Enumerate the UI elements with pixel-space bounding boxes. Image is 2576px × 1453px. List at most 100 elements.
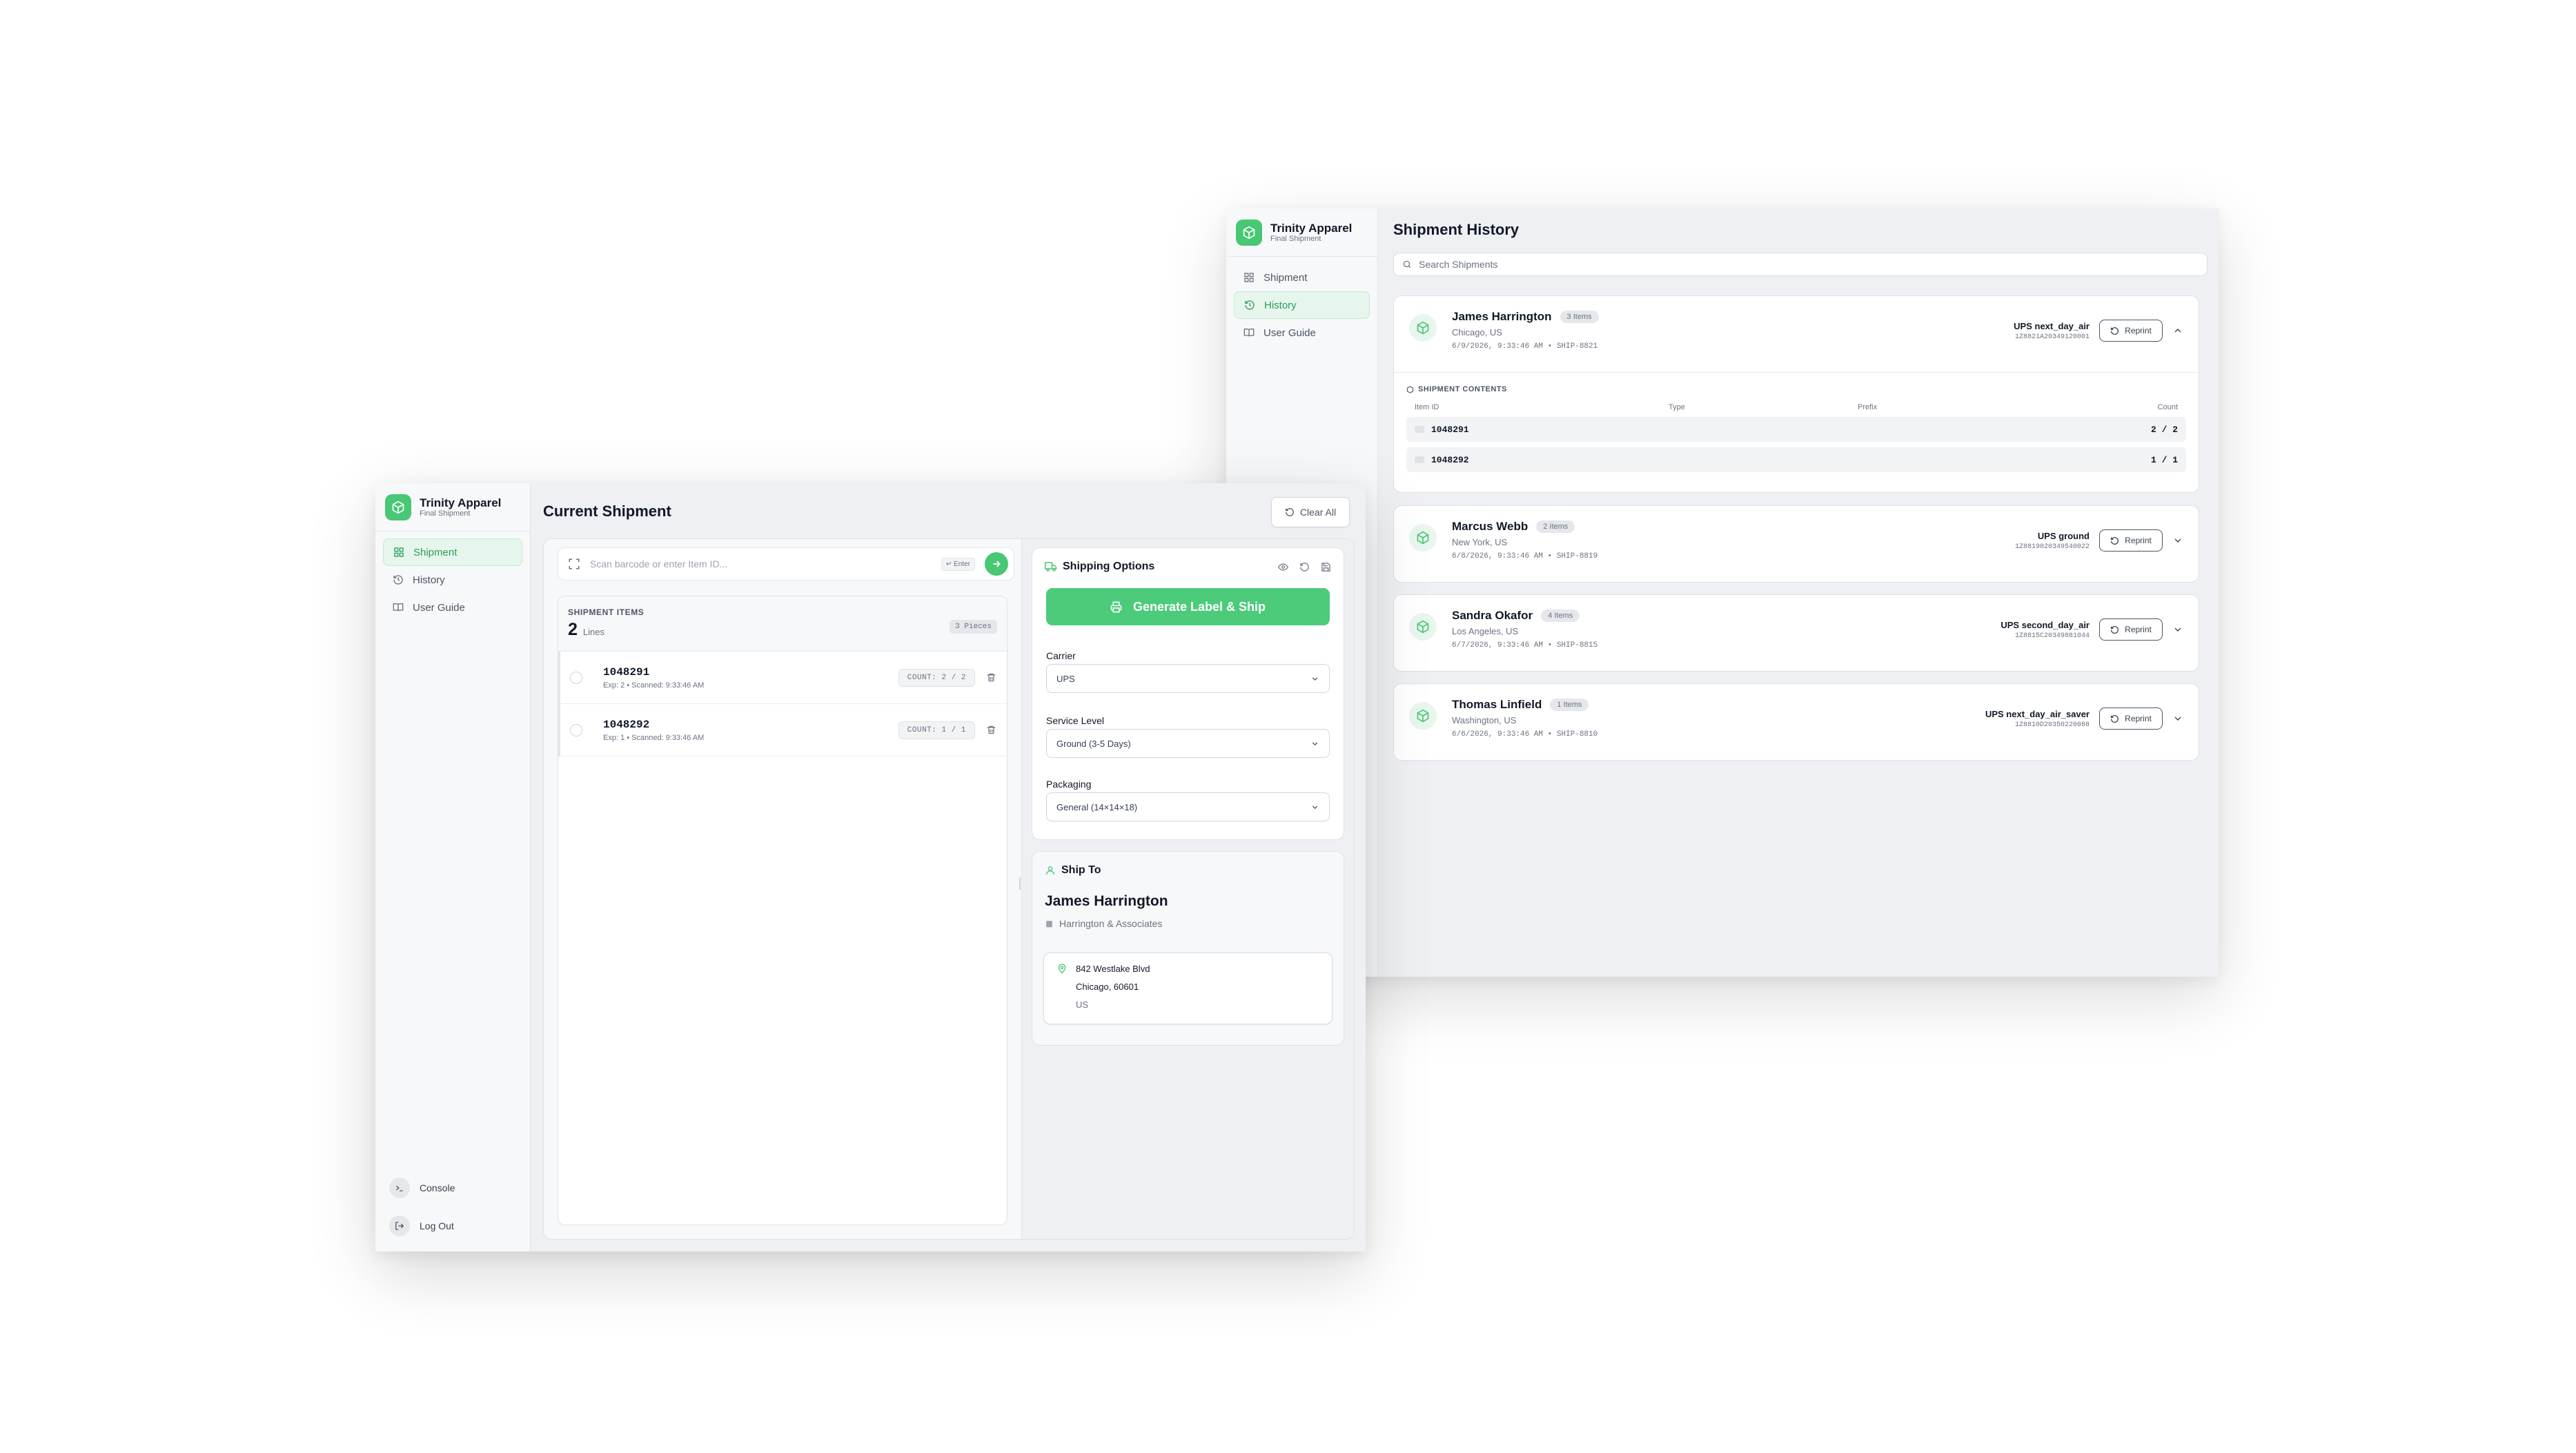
- packaging-select[interactable]: General (14×14×18): [1046, 792, 1330, 821]
- sidebar-item-shipment[interactable]: Shipment: [1234, 264, 1370, 291]
- brand-subtitle: Final Shipment: [1270, 234, 1321, 243]
- truck-icon: [1045, 562, 1057, 572]
- scan-placeholder: Scan barcode or enter Item ID...: [590, 558, 728, 569]
- generate-label-text: Generate Label & Ship: [1132, 599, 1266, 614]
- service-level: UPS second_day_air: [2000, 619, 2090, 630]
- shipment-row[interactable]: Sandra Okafor 4 Items Los Angeles, US 6/7…: [1394, 595, 2199, 671]
- reset-icon[interactable]: [1299, 562, 1310, 572]
- reprint-button[interactable]: Reprint: [2099, 618, 2163, 641]
- trash-icon[interactable]: [985, 672, 997, 684]
- pieces-badge: 3 Pieces: [950, 620, 997, 634]
- reprint-label: Reprint: [2125, 625, 2152, 634]
- chevron-down-icon[interactable]: [2172, 713, 2183, 724]
- carrier-label: Carrier: [1046, 650, 1076, 661]
- eye-icon[interactable]: [1278, 562, 1288, 572]
- grid-icon: [1243, 271, 1255, 284]
- reprint-button[interactable]: Reprint: [2099, 708, 2163, 730]
- logout-button[interactable]: Log Out: [389, 1207, 516, 1245]
- brand-name: Trinity Apparel: [420, 496, 502, 509]
- carrier-value: UPS: [1056, 673, 1075, 684]
- address-box: 842 Westlake Blvd Chicago, 60601 US: [1043, 953, 1333, 1024]
- recipient-name: James Harrington: [1452, 310, 1552, 323]
- chevron-down-icon: [1312, 741, 1318, 745]
- count-pill: COUNT: 1 / 1: [898, 721, 975, 739]
- ship-to-card: Ship To James Harrington Harrington & As…: [1032, 851, 1344, 1046]
- tracking-number: 1Z8819020349540022: [2014, 543, 2090, 551]
- shipment-card: Marcus Webb 2 Items New York, US 6/8/2026…: [1393, 505, 2199, 583]
- sidebar-item-user-guide[interactable]: User Guide: [1234, 319, 1370, 347]
- tracking-number: 1Z8821A20349120001: [2014, 333, 2090, 341]
- item-id: 1048292: [603, 718, 650, 731]
- sidebar-footer: Console Log Out: [375, 1169, 530, 1245]
- packaging-label: Packaging: [1046, 779, 1092, 790]
- sidebar-item-user-guide[interactable]: User Guide: [383, 594, 522, 621]
- carrier-select[interactable]: UPS: [1046, 664, 1330, 693]
- chevron-up-icon[interactable]: [2172, 325, 2183, 336]
- trash-icon[interactable]: [985, 724, 997, 737]
- service-level: UPS ground: [2037, 530, 2090, 541]
- chevron-down-icon[interactable]: [2172, 624, 2183, 635]
- grid-icon: [393, 546, 405, 558]
- items-badge: 1 Items: [1550, 699, 1589, 711]
- sidebar-nav: Shipment History User Guide: [1226, 257, 1377, 353]
- book-icon: [1243, 326, 1255, 339]
- item-id: 1048292: [1431, 454, 1469, 465]
- sidebar-nav: Shipment History User Guide: [375, 532, 530, 628]
- search-placeholder: Search Shipments: [1419, 259, 1498, 270]
- save-icon[interactable]: [1321, 562, 1331, 572]
- col-item-id: Item ID: [1415, 403, 1439, 411]
- chevron-down-icon: [1312, 805, 1318, 809]
- packaging-value: General (14×14×18): [1056, 801, 1138, 812]
- search-input[interactable]: Search Shipments: [1393, 253, 2208, 276]
- logout-icon: [389, 1215, 410, 1236]
- sidebar-item-history[interactable]: History: [1234, 291, 1370, 319]
- item-checkbox[interactable]: [570, 723, 582, 737]
- col-type: Type: [1669, 403, 1685, 411]
- reprint-button[interactable]: Reprint: [2099, 320, 2163, 342]
- refresh-icon: [2111, 536, 2119, 545]
- sidebar-item-shipment[interactable]: Shipment: [383, 538, 522, 566]
- service-level: UPS next_day_air: [2014, 320, 2090, 331]
- item-id: 1048291: [1431, 424, 1469, 435]
- generate-label-button[interactable]: Generate Label & Ship: [1046, 588, 1330, 625]
- shipment-contents: SHIPMENT CONTENTS Item ID Type Prefix Co…: [1394, 372, 2199, 480]
- console-button[interactable]: Console: [389, 1169, 516, 1207]
- item-id: 1048291: [603, 665, 650, 679]
- history-icon: [1243, 299, 1256, 311]
- list-item: 1048291 Exp: 2 • Scanned: 9:33:46 AM COU…: [558, 652, 1007, 704]
- recipient-name: Sandra Okafor: [1452, 609, 1533, 622]
- console-label: Console: [420, 1182, 455, 1193]
- book-icon: [392, 601, 404, 614]
- shipment-row[interactable]: James Harrington 3 Items Chicago, US 6/9/…: [1394, 296, 2199, 372]
- refresh-icon: [1286, 508, 1294, 516]
- shipment-row[interactable]: Thomas Linfield 1 Items Washington, US 6/…: [1394, 684, 2199, 760]
- submit-arrow-button[interactable]: [985, 552, 1008, 576]
- sidebar-item-label: User Guide: [1264, 326, 1316, 339]
- scan-input[interactable]: Scan barcode or enter Item ID... ↵ Enter: [558, 547, 1014, 581]
- package-icon: [1409, 524, 1437, 552]
- chevron-down-icon[interactable]: [2172, 535, 2183, 546]
- item-count: 1 / 1: [2150, 454, 2178, 465]
- clear-all-button[interactable]: Clear All: [1271, 497, 1350, 527]
- recipient-name: James Harrington: [1045, 893, 1168, 909]
- lines-label: Lines: [582, 627, 604, 637]
- shipment-row[interactable]: Marcus Webb 2 Items New York, US 6/8/2026…: [1394, 506, 2199, 582]
- service-level-select[interactable]: Ground (3-5 Days): [1046, 729, 1330, 758]
- reprint-label: Reprint: [2125, 714, 2152, 723]
- items-header: SHIPMENT ITEMS 2 Lines 3 Pieces: [558, 596, 1007, 652]
- shipment-meta: 6/8/2026, 9:33:46 AM • SHIP-8819: [1452, 552, 1598, 560]
- items-badge: 4 Items: [1541, 610, 1580, 622]
- package-icon: [1409, 613, 1437, 641]
- reprint-label: Reprint: [2125, 326, 2152, 335]
- tracking-number: 1Z8815C20349881044: [2014, 632, 2090, 640]
- contents-row: 1048291 2 / 2: [1406, 417, 2186, 442]
- sidebar-item-history[interactable]: History: [383, 566, 522, 594]
- reprint-button[interactable]: Reprint: [2099, 529, 2163, 552]
- shipment-items-card: SHIPMENT ITEMS 2 Lines 3 Pieces 1048291 E…: [558, 596, 1007, 1225]
- country: US: [1076, 999, 1089, 1010]
- package-logo-icon: [1236, 219, 1262, 246]
- item-checkbox[interactable]: [570, 671, 582, 684]
- sidebar: Trinity Apparel Final Shipment Shipment …: [375, 483, 531, 1251]
- sidebar-item-label: User Guide: [413, 601, 465, 614]
- company-name: Harrington & Associates: [1059, 918, 1163, 929]
